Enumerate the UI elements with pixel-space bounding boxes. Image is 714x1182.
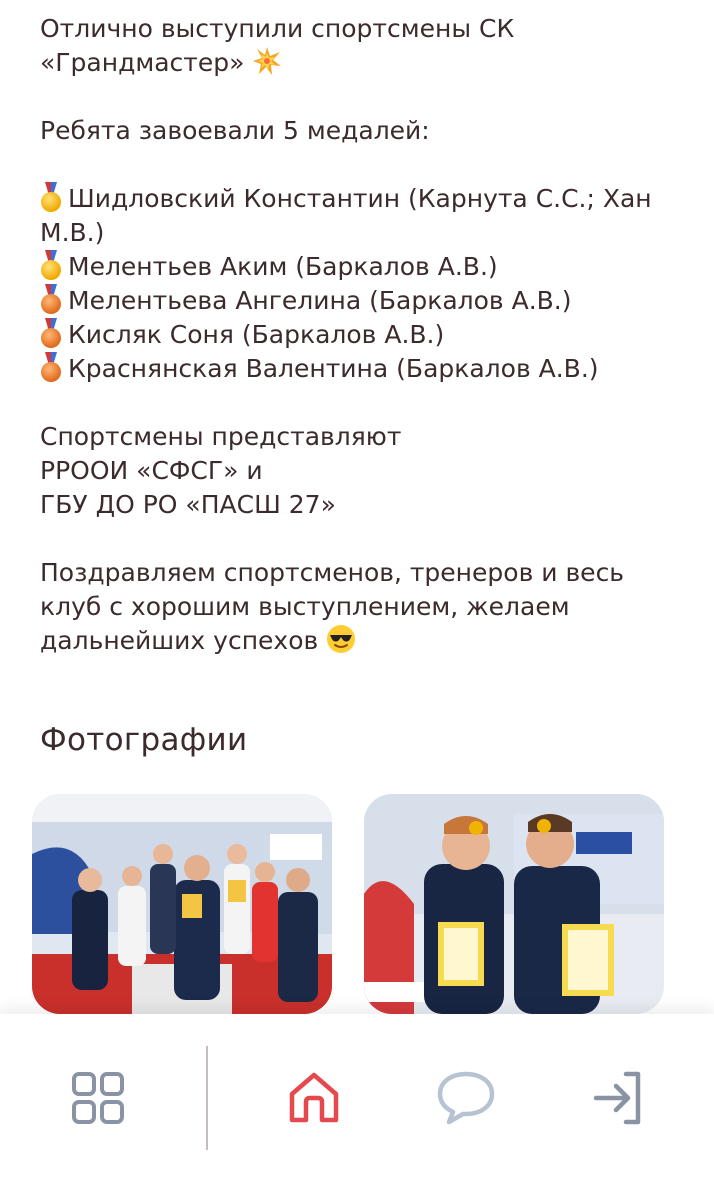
congrats-line: клуб с хорошим выступлением, желаем [40, 592, 570, 621]
team-photo[interactable] [32, 794, 332, 1014]
medal-line: Мелентьев Аким (Баркалов А.В.) [40, 250, 680, 284]
represent-line: ГБУ ДО РО «ПАСШ 27» [40, 490, 336, 519]
bronze-medal-icon [40, 352, 62, 382]
bronze-medal-icon [40, 284, 62, 314]
nav-menu-button[interactable] [70, 1070, 126, 1126]
post-line: «Грандмастер» [40, 46, 680, 80]
represent-line: Спортсмены представляют [40, 422, 402, 451]
chat-icon [437, 1071, 495, 1125]
congrats-line: дальнейших успехов [40, 624, 680, 658]
sunglasses-emoji [327, 625, 356, 653]
nav-divider [206, 1046, 208, 1150]
post-text: Отлично выступили спортсмены СК «Грандма… [40, 12, 680, 658]
winners-photo-image [364, 794, 664, 1014]
congrats-line: Поздравляем спортсменов, тренеров и весь [40, 558, 625, 587]
collision-emoji [253, 47, 282, 75]
medals-intro: Ребята завоевали 5 медалей: [40, 116, 430, 145]
photos-section-title: Фотографии [40, 722, 248, 758]
medal-line: Кисляк Соня (Баркалов А.В.) [40, 318, 680, 352]
team-photo-image [32, 794, 332, 1014]
gold-medal-icon [40, 250, 62, 280]
nav-chat-button[interactable] [437, 1070, 495, 1126]
medal-line: Краснянская Валентина (Баркалов А.В.) [40, 352, 680, 386]
winners-photo[interactable] [364, 794, 664, 1014]
login-icon [593, 1071, 641, 1125]
nav-home-button[interactable] [286, 1070, 342, 1126]
bronze-medal-icon [40, 318, 62, 348]
medal-line: Мелентьева Ангелина (Баркалов А.В.) [40, 284, 680, 318]
represent-line: РРООИ «СФСГ» и [40, 456, 263, 485]
nav-login-button[interactable] [592, 1070, 648, 1126]
home-icon [289, 1072, 339, 1123]
bottom-navigation [0, 1014, 714, 1182]
medal-line: Шидловский Константин (Карнута С.С.; Хан… [40, 182, 652, 247]
gold-medal-icon [40, 182, 62, 212]
grid-icon [72, 1072, 124, 1124]
post-line: Отлично выступили спортсмены СК [40, 14, 515, 43]
